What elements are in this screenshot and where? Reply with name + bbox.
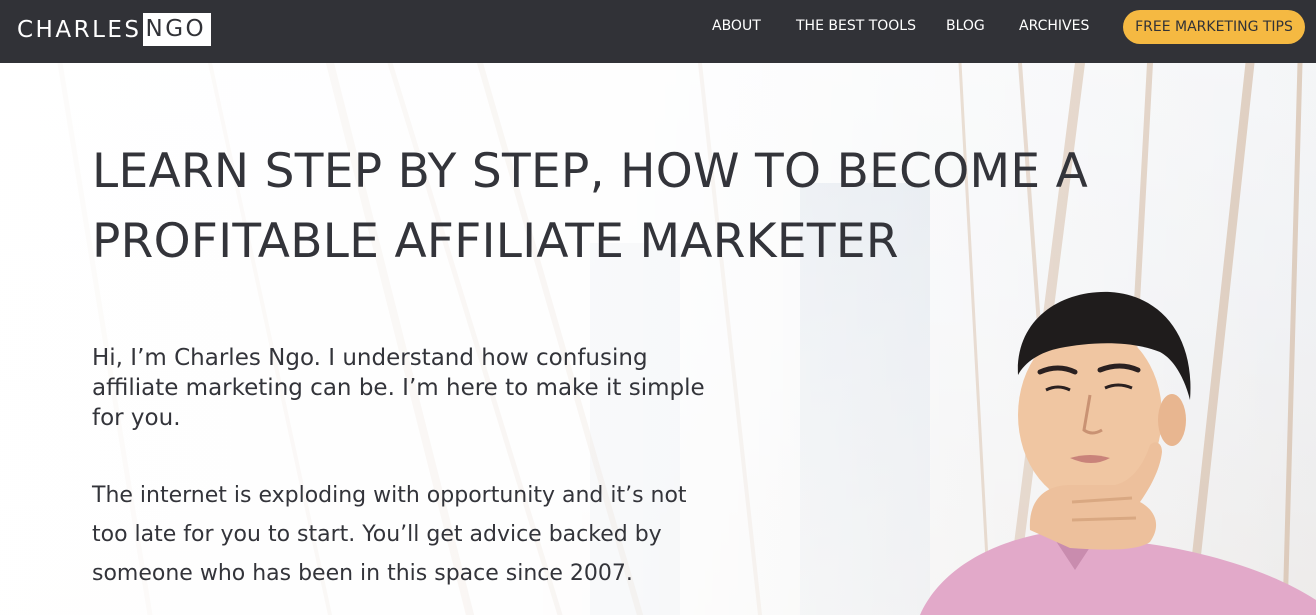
hero-body-copy: The internet is exploding with opportuni…	[92, 476, 782, 593]
hero-section: LEARN STEP BY STEP, HOW TO BECOME A PROF…	[0, 63, 1316, 615]
logo-first-word: CHARLES	[17, 16, 142, 43]
portrait-photo	[920, 291, 1316, 615]
intro-line: affiliate marketing can be. I’m here to …	[92, 375, 705, 401]
nav-archives-link[interactable]: ARCHIVES	[1019, 18, 1089, 34]
hero-intro: Hi, I’m Charles Ngo. I understand how co…	[92, 343, 782, 433]
headline-line: LEARN STEP BY STEP, HOW TO BECOME A	[92, 144, 1089, 199]
page: CHARLES NGO ABOUT THE BEST TOOLS BLOG AR…	[0, 0, 1316, 615]
site-logo[interactable]: CHARLES NGO	[17, 13, 212, 46]
site-header: CHARLES NGO ABOUT THE BEST TOOLS BLOG AR…	[0, 0, 1316, 63]
free-marketing-tips-button[interactable]: FREE MARKETING TIPS	[1123, 10, 1305, 44]
body-line: The internet is exploding with opportuni…	[92, 483, 687, 508]
nav-blog-link[interactable]: BLOG	[946, 18, 985, 34]
logo-last-word: NGO	[142, 13, 212, 46]
body-line: too late for you to start. You’ll get ad…	[92, 522, 662, 547]
intro-line: Hi, I’m Charles Ngo. I understand how co…	[92, 345, 648, 371]
intro-line: for you.	[92, 405, 181, 431]
body-line: someone who has been in this space since…	[92, 561, 633, 586]
headline-line: PROFITABLE AFFILIATE MARKETER	[92, 214, 899, 269]
nav-best-tools-link[interactable]: THE BEST TOOLS	[796, 18, 916, 34]
nav-about-link[interactable]: ABOUT	[712, 18, 761, 34]
hero-headline: LEARN STEP BY STEP, HOW TO BECOME A PROF…	[92, 137, 1192, 277]
